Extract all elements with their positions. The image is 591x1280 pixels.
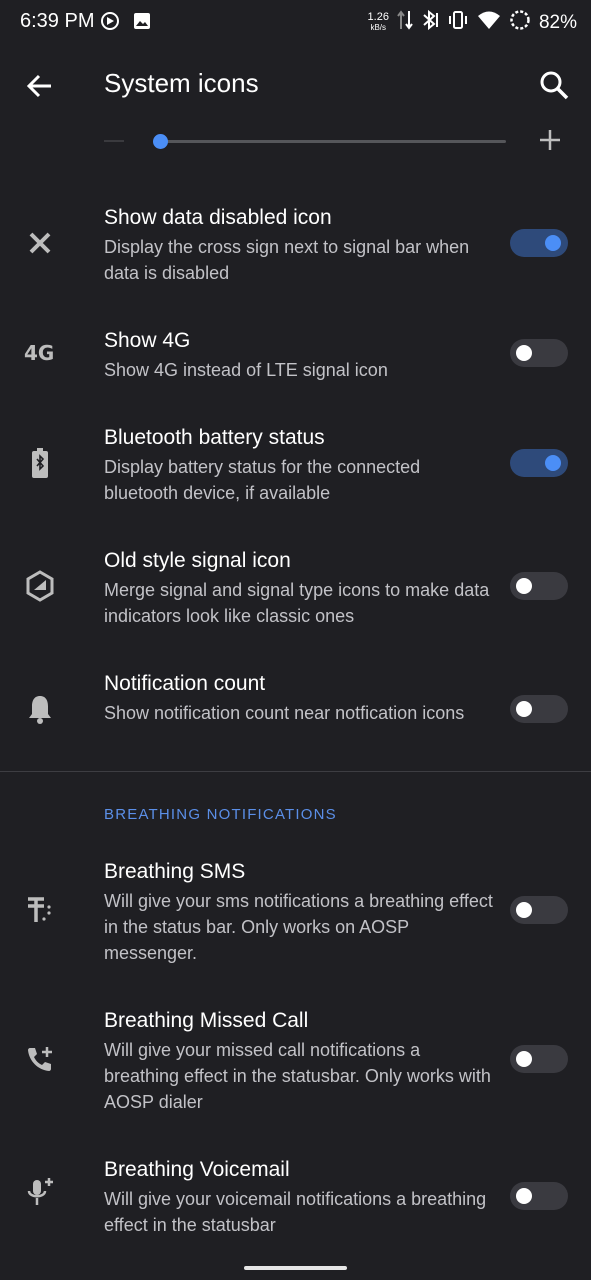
4g-icon: 4G (22, 334, 58, 370)
toggle-knob (516, 1051, 532, 1067)
setting-old-style-signal-icon[interactable]: Old style signal icon Merge signal and s… (0, 549, 591, 639)
status-bar: 6:39 PM 1.26 kB/s 82% (0, 0, 591, 44)
bluetooth-icon (421, 9, 439, 36)
arrow-back-icon (26, 74, 51, 98)
hexagon-signal-icon (22, 568, 58, 604)
toggle-knob (516, 578, 532, 594)
setting-notification-count[interactable]: Notification count Show notification cou… (0, 672, 591, 762)
setting-subtitle: Display the cross sign next to signal ba… (104, 237, 470, 283)
toggle-switch[interactable] (510, 572, 568, 600)
back-button[interactable] (24, 70, 56, 102)
setting-breathing-missed-call[interactable]: Breathing Missed Call Will give your mis… (0, 1009, 591, 1119)
setting-title: Breathing SMS (104, 860, 246, 883)
net-speed-value: 1.26 (367, 11, 389, 23)
toggle-knob (516, 345, 532, 361)
toggle-knob (545, 455, 561, 471)
app-bar: System icons (0, 50, 591, 120)
toggle-switch[interactable] (510, 695, 568, 723)
setting-subtitle: Will give your sms notifications a breat… (104, 891, 493, 963)
setting-subtitle: Will give your missed call notifications… (104, 1040, 491, 1112)
setting-title: Bluetooth battery status (104, 426, 325, 449)
setting-subtitle: Merge signal and signal type icons to ma… (104, 580, 490, 626)
text-icon (22, 892, 58, 928)
gesture-nav-handle[interactable] (244, 1266, 347, 1270)
bluetooth-battery-icon (22, 445, 58, 481)
battery-saver-icon (509, 9, 531, 36)
media-cast-icon (101, 12, 119, 35)
setting-subtitle: Show 4G instead of LTE signal icon (104, 360, 388, 380)
setting-title: Notification count (104, 672, 266, 695)
section-divider (0, 771, 591, 772)
slider-thumb[interactable] (153, 134, 168, 149)
data-arrows-icon (397, 9, 413, 36)
setting-bluetooth-battery-status[interactable]: Bluetooth battery status Display battery… (0, 426, 591, 516)
close-icon (22, 225, 58, 261)
vibrate-icon (447, 9, 469, 36)
toggle-knob (516, 701, 532, 717)
slider-decrease-button[interactable] (104, 140, 124, 142)
net-speed-unit: kB/s (370, 23, 387, 32)
status-right-group: 1.26 kB/s 82% (368, 9, 577, 36)
search-button[interactable] (537, 68, 571, 102)
toggle-switch[interactable] (510, 896, 568, 924)
status-time: 6:39 PM (20, 10, 95, 32)
toggle-switch[interactable] (510, 1045, 568, 1073)
search-icon (540, 71, 569, 100)
setting-title: Old style signal icon (104, 549, 291, 572)
mic-add-icon (22, 1174, 58, 1210)
setting-breathing-sms[interactable]: Breathing SMS Will give your sms notific… (0, 860, 591, 970)
toggle-knob (516, 902, 532, 918)
setting-title: Breathing Voicemail (104, 1158, 290, 1181)
toggle-switch[interactable] (510, 1182, 568, 1210)
net-speed: 1.26 kB/s (368, 12, 389, 33)
page-title: System icons (104, 68, 259, 98)
image-icon (133, 12, 151, 35)
setting-subtitle: Will give your voicemail notifications a… (104, 1189, 487, 1235)
toggle-knob (516, 1188, 532, 1204)
icon-size-slider-row (0, 120, 591, 164)
setting-breathing-voicemail[interactable]: Breathing Voicemail Will give your voice… (0, 1158, 591, 1238)
toggle-switch[interactable] (510, 229, 568, 257)
toggle-switch[interactable] (510, 339, 568, 367)
setting-subtitle: Display battery status for the connected… (104, 457, 421, 503)
phone-add-icon (22, 1041, 58, 1077)
toggle-knob (545, 235, 561, 251)
setting-subtitle: Show notification count near notfication… (104, 703, 465, 723)
setting-title: Show 4G (104, 329, 191, 352)
plus-icon (540, 130, 560, 150)
svg-text:4G: 4G (24, 341, 54, 364)
setting-show-4g[interactable]: 4G Show 4G Show 4G instead of LTE signal… (0, 329, 591, 389)
section-header: BREATHING NOTIFICATIONS (104, 806, 337, 823)
slider-track[interactable] (160, 140, 506, 143)
bell-icon (22, 691, 58, 727)
toggle-switch[interactable] (510, 449, 568, 477)
battery-percent: 82% (538, 11, 577, 33)
setting-show-data-disabled-icon[interactable]: Show data disabled icon Display the cros… (0, 206, 591, 296)
slider-increase-button[interactable] (538, 128, 562, 152)
wifi-icon (477, 10, 501, 35)
setting-title: Show data disabled icon (104, 206, 332, 229)
setting-title: Breathing Missed Call (104, 1009, 309, 1032)
